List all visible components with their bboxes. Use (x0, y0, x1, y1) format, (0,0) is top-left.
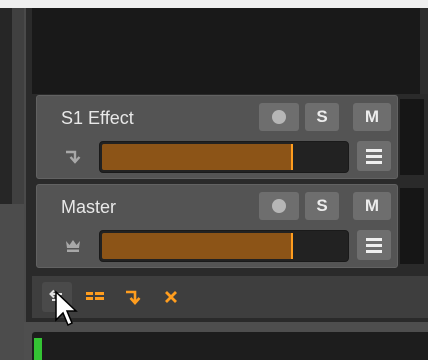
record-arm-button[interactable] (259, 103, 299, 131)
track-menu-button[interactable] (357, 230, 391, 260)
record-arm-button[interactable] (259, 192, 299, 220)
track-menu-button[interactable] (357, 141, 391, 171)
track-toolbar (32, 276, 428, 318)
track-row-s1-effect[interactable]: S1 Effect S M (36, 95, 398, 179)
track-meter (400, 99, 424, 175)
crown-icon (61, 233, 85, 257)
left-panel-shadow (0, 8, 12, 204)
track-row-master[interactable]: Master S M (36, 184, 398, 268)
record-dot-icon (272, 199, 286, 213)
left-panel-lower (0, 204, 24, 360)
volume-level (102, 233, 294, 259)
mute-button[interactable]: M (353, 192, 391, 220)
mute-button[interactable]: M (353, 103, 391, 131)
level-meter (34, 338, 42, 360)
volume-fader[interactable] (99, 141, 349, 173)
chain-icon[interactable] (80, 282, 110, 312)
return-arrow-icon[interactable] (118, 282, 148, 312)
close-x-icon[interactable] (156, 282, 186, 312)
volume-level (102, 144, 294, 170)
right-divider (420, 8, 428, 94)
record-dot-icon (272, 110, 286, 124)
volume-fader[interactable] (99, 230, 349, 262)
mouse-cursor-icon (54, 290, 78, 330)
top-edge (0, 0, 428, 8)
upper-content-area (32, 8, 428, 94)
bottom-panel (32, 332, 428, 360)
solo-button[interactable]: S (305, 192, 339, 220)
track-name[interactable]: Master (61, 197, 116, 218)
solo-button[interactable]: S (305, 103, 339, 131)
track-meter (400, 188, 424, 264)
return-arrow-icon (61, 144, 85, 168)
track-name[interactable]: S1 Effect (61, 108, 134, 129)
